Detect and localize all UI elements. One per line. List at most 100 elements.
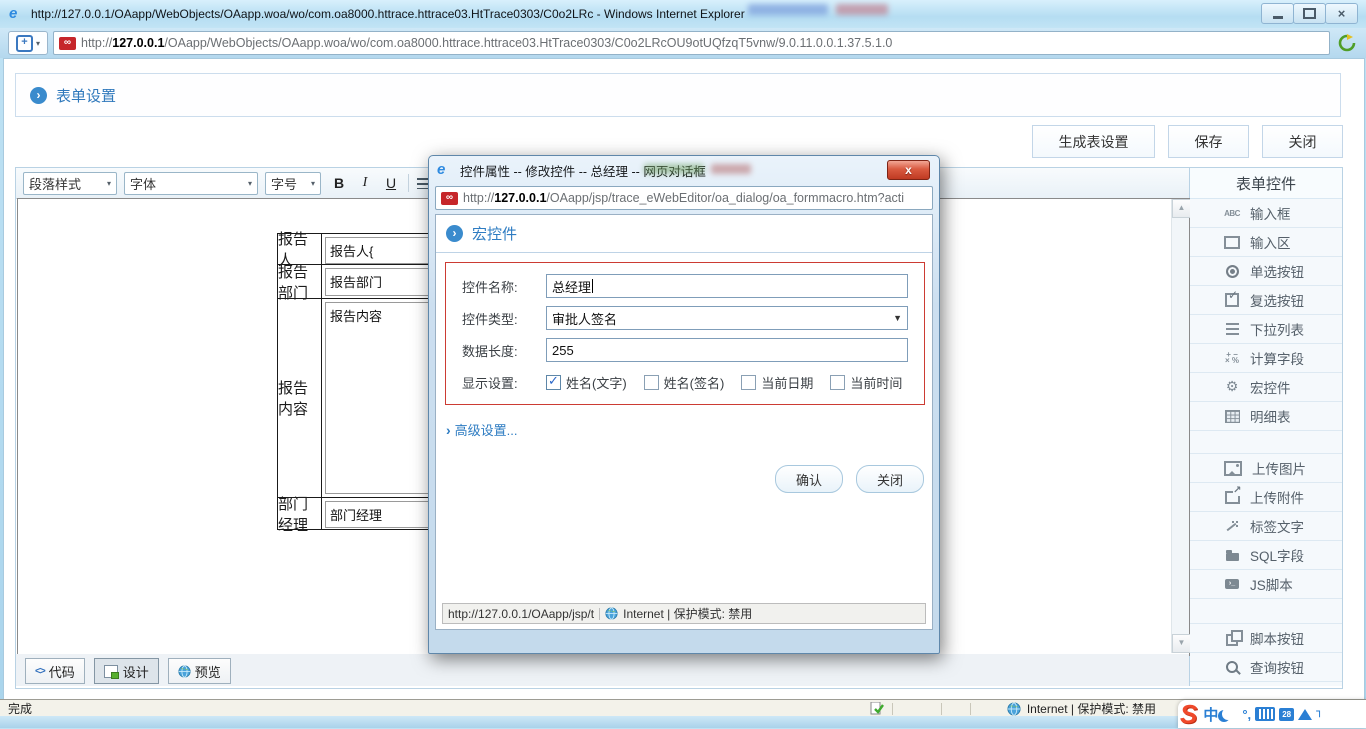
moon-icon: [1222, 708, 1234, 720]
scroll-down-arrow[interactable]: ▼: [1172, 634, 1191, 653]
dialog-close-button[interactable]: x: [887, 160, 930, 180]
sidebar-item-js-script[interactable]: ›_ JS脚本: [1190, 570, 1342, 599]
sidebar-item-upload-image[interactable]: 上传图片: [1190, 454, 1342, 483]
image-icon: [1224, 460, 1242, 476]
sidebar-item-macro-control[interactable]: ⚙ 宏控件: [1190, 373, 1342, 402]
generate-table-settings-button[interactable]: 生成表设置: [1032, 125, 1155, 158]
scroll-up-arrow[interactable]: ▲: [1172, 199, 1191, 218]
dialog-body: › 宏控件 控件名称: 总经理 控件类型: 审批人签名 ▼ 数据长度: 255: [435, 214, 933, 630]
underline-button[interactable]: U: [383, 175, 399, 191]
sidebar-item-input-area[interactable]: 输入区: [1190, 228, 1342, 257]
sidebar-item-upload-attachment[interactable]: 上传附件: [1190, 483, 1342, 512]
plus-icon: +: [15, 34, 33, 52]
control-name-label: 控件名称:: [462, 279, 518, 295]
section-title: 宏控件: [472, 226, 518, 243]
tab-code[interactable]: <> 代码: [25, 658, 85, 684]
ime-settings-button[interactable]: ⌐: [1312, 710, 1328, 718]
dialog-status-url: http://127.0.0.1/OAapp/jsp/t: [448, 606, 595, 621]
page-header: › 表单设置: [15, 73, 1341, 117]
globe-icon: [1007, 701, 1021, 716]
form-controls-panel: 表单控件 ABC 输入框 输入区 单选按钮 复选按钮 下拉列表: [1190, 168, 1342, 686]
ime-softkeyboard-button[interactable]: [1255, 707, 1276, 721]
sidebar-item-dropdown-list[interactable]: 下拉列表: [1190, 315, 1342, 344]
copy-icon: [1226, 630, 1243, 646]
address-bar: + ▾ ∞ http://127.0.0.1/OAapp/WebObjects/…: [0, 28, 1366, 58]
url-scheme: http://: [81, 36, 113, 50]
url-host: 127.0.0.1: [112, 36, 165, 50]
panel-title: 表单控件: [1190, 168, 1342, 199]
wand-icon: [1226, 520, 1239, 533]
sidebar-item-label-text[interactable]: 标签文字: [1190, 512, 1342, 541]
checkbox-icon[interactable]: [643, 375, 659, 390]
chevron-down-icon: ▼: [893, 313, 902, 323]
close-page-button[interactable]: 关闭: [1262, 125, 1343, 158]
sidebar-item-checkbox-button[interactable]: 复选按钮: [1190, 286, 1342, 315]
tab-preview[interactable]: 预览: [167, 658, 231, 684]
dropdown-list-icon: [1225, 323, 1239, 335]
sogou-logo-icon[interactable]: S: [1180, 701, 1197, 727]
checkbox-icon[interactable]: [830, 375, 846, 390]
chevron-down-icon: ▾: [35, 38, 40, 48]
confirm-button[interactable]: 确认: [775, 465, 843, 493]
control-name-input[interactable]: 总经理: [546, 274, 908, 298]
checkbox-checked-icon[interactable]: [546, 373, 561, 390]
bold-button[interactable]: B: [331, 175, 347, 191]
advanced-settings-link[interactable]: › 高级设置...: [446, 420, 932, 439]
folder-icon: [1225, 549, 1239, 561]
sidebar-item-script-button[interactable]: 脚本按钮: [1190, 624, 1342, 653]
site-favicon: ∞: [441, 191, 458, 205]
italic-button[interactable]: I: [357, 175, 373, 191]
sidebar-item-input-box[interactable]: ABC 输入框: [1190, 199, 1342, 228]
arrow-circle-icon: ›: [30, 86, 47, 104]
canvas-scrollbar[interactable]: ▲ ▼: [1171, 199, 1191, 653]
add-favorite-button[interactable]: + ▾: [8, 31, 48, 55]
keyboard-icon: [1255, 707, 1276, 721]
checkbox-name-signature[interactable]: 姓名(签名): [643, 373, 724, 392]
url-path: /OAapp/WebObjects/OAapp.woa/wo/com.oa800…: [164, 36, 893, 50]
data-length-label: 数据长度:: [462, 343, 518, 359]
checkbox-current-date[interactable]: 当前日期: [741, 373, 813, 392]
globe-icon: [178, 664, 191, 678]
font-select[interactable]: 字体 ▾: [124, 171, 258, 195]
window-titlebar: e http://127.0.0.1/OAapp/WebObjects/OAap…: [0, 0, 1366, 28]
textarea-icon: [1224, 235, 1240, 249]
save-button[interactable]: 保存: [1168, 125, 1249, 158]
control-type-label: 控件类型:: [462, 311, 518, 327]
sidebar-item-form-button[interactable]: 表单按钮: [1190, 682, 1342, 686]
close-window-button[interactable]: ×: [1325, 3, 1358, 24]
script-screen-icon: ›_: [1225, 579, 1239, 589]
sidebar-item-query-button[interactable]: 查询按钮: [1190, 653, 1342, 682]
sidebar-item-sql-field[interactable]: SQL字段: [1190, 541, 1342, 570]
attachment-icon: [1224, 484, 1242, 504]
checkbox-current-time[interactable]: 当前时间: [830, 373, 902, 392]
ime-language-toggle[interactable]: 中: [1203, 704, 1218, 725]
ime-fullhalf-toggle[interactable]: [1222, 708, 1238, 720]
maximize-button[interactable]: [1293, 3, 1326, 24]
address-input[interactable]: ∞ http://127.0.0.1/OAapp/WebObjects/OAap…: [53, 31, 1330, 55]
ime-account-button[interactable]: 28: [1279, 707, 1295, 721]
data-length-input[interactable]: 255: [546, 338, 908, 362]
browser-statusbar: 完成 Internet | 保护模式: 禁用: [0, 699, 1366, 717]
sidebar-group-gap: [1190, 431, 1342, 454]
code-icon: <>: [35, 665, 46, 677]
ime-skin-button[interactable]: [1298, 708, 1313, 720]
minimize-button[interactable]: [1261, 3, 1294, 24]
control-type-select[interactable]: 审批人签名 ▼: [546, 306, 908, 330]
tab-design[interactable]: 设计: [93, 658, 159, 684]
sidebar-item-detail-table[interactable]: 明细表: [1190, 402, 1342, 431]
ie-logo-icon: e: [9, 5, 18, 22]
sidebar-item-calc-field[interactable]: + − × % 计算字段: [1190, 344, 1342, 373]
arrow-circle-icon: ›: [446, 225, 463, 242]
page-title: 表单设置: [56, 87, 117, 105]
text-caret: [592, 279, 594, 293]
font-size-select[interactable]: 字号 ▾: [265, 171, 321, 195]
dialog-close-action-button[interactable]: 关闭: [856, 465, 924, 493]
user-badge-icon: 28: [1279, 707, 1295, 721]
control-properties-dialog: e 控件属性 -- 修改控件 -- 总经理 -- 网页对话框 x ∞ http:…: [428, 155, 940, 654]
refresh-button[interactable]: [1334, 31, 1360, 55]
sidebar-item-radio-button[interactable]: 单选按钮: [1190, 257, 1342, 286]
checkbox-icon[interactable]: [741, 375, 757, 390]
checkbox-name-text[interactable]: 姓名(文字): [546, 373, 627, 392]
ime-punctuation-toggle[interactable]: °,: [1242, 707, 1251, 722]
paragraph-style-select[interactable]: 段落样式 ▾: [23, 171, 117, 195]
